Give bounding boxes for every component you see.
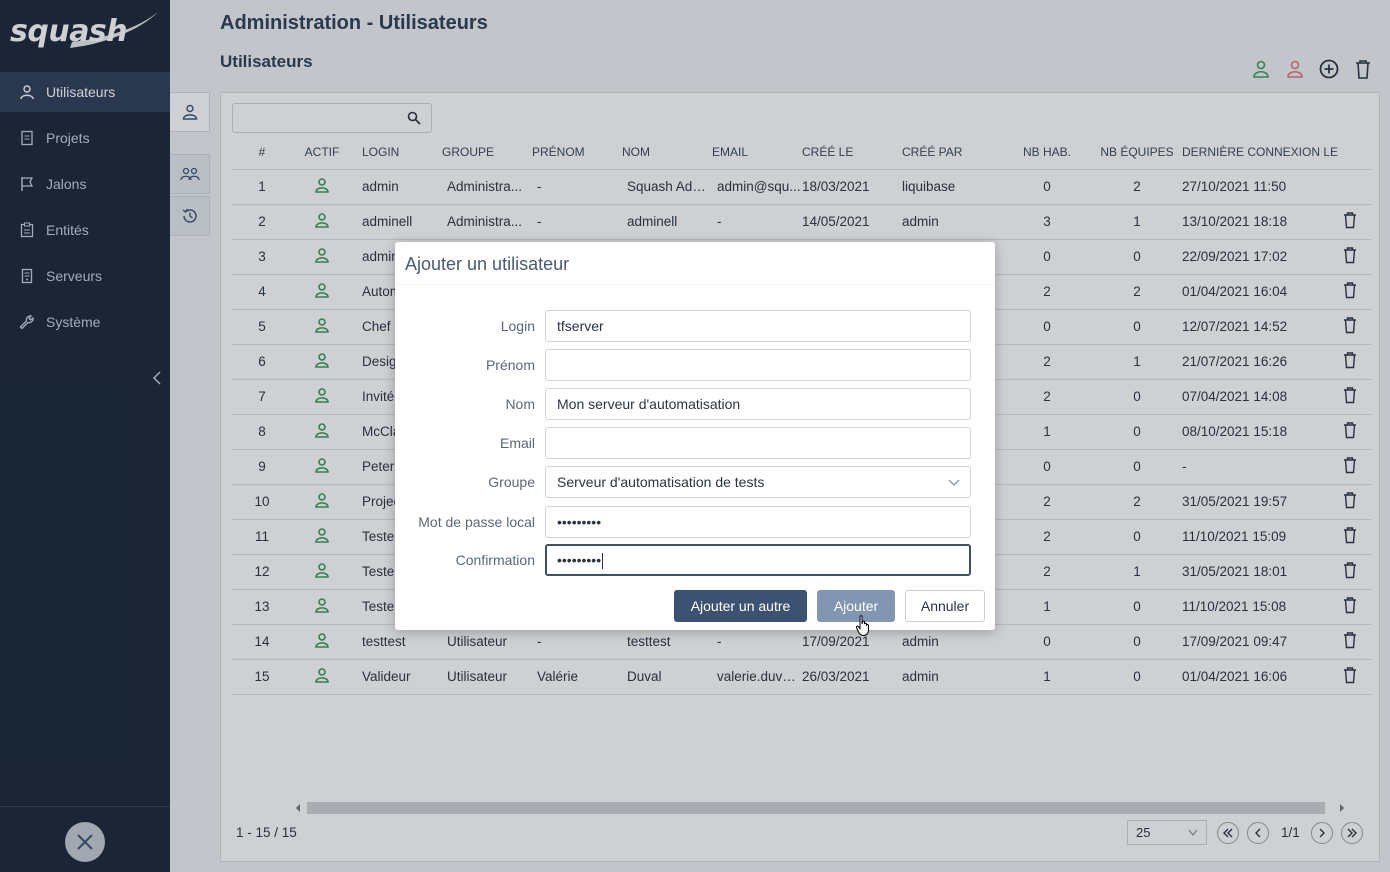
lastname-row: Nom Mon serveur d'automatisation [395, 388, 995, 420]
confirm-row: Confirmation ••••••••• [395, 544, 995, 576]
group-row: Groupe Serveur d'automatisation de tests [395, 466, 995, 498]
email-row: Email [395, 427, 995, 459]
group-label: Groupe [488, 474, 535, 490]
login-field[interactable]: tfserver [545, 310, 971, 342]
dialog-title: Ajouter un utilisateur [405, 254, 570, 274]
confirm-password-value: ••••••••• [557, 552, 602, 568]
firstname-field[interactable] [545, 349, 971, 381]
text-caret [602, 553, 604, 570]
confirm-password-field[interactable]: ••••••••• [545, 544, 971, 576]
add-another-button[interactable]: Ajouter un autre [674, 590, 807, 622]
chevron-down-icon [948, 479, 960, 486]
cancel-button[interactable]: Annuler [905, 590, 985, 622]
firstname-row: Prénom [395, 349, 995, 381]
password-field[interactable]: ••••••••• [545, 506, 971, 538]
group-select-value: Serveur d'automatisation de tests [557, 474, 765, 490]
add-user-dialog: Ajouter un utilisateur Login tfserver Pr… [395, 242, 995, 630]
login-row: Login tfserver [395, 310, 995, 342]
firstname-label: Prénom [485, 357, 535, 373]
password-row: Mot de passe local ••••••••• [395, 506, 995, 538]
group-select[interactable]: Serveur d'automatisation de tests [545, 466, 971, 498]
lastname-label: Nom [505, 396, 535, 412]
password-label: Mot de passe local [418, 514, 535, 530]
confirm-label: Confirmation [455, 552, 535, 568]
login-label: Login [500, 318, 535, 334]
email-label: Email [499, 435, 535, 451]
hand-cursor-icon [855, 615, 869, 637]
dialog-header-divider [395, 284, 995, 285]
lastname-field[interactable]: Mon serveur d'automatisation [545, 388, 971, 420]
email-field[interactable] [545, 427, 971, 459]
